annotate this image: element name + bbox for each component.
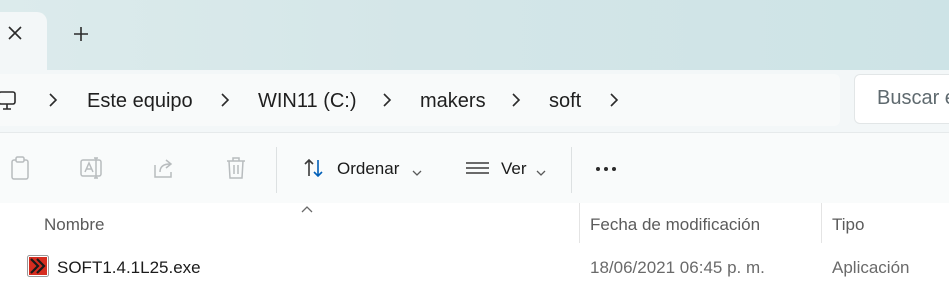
- column-resize-handle[interactable]: [821, 203, 822, 243]
- breadcrumb-item-makers[interactable]: makers: [420, 88, 486, 114]
- chevron-down-icon[interactable]: [536, 164, 546, 176]
- sort-up-icon: [300, 200, 314, 213]
- chevron-right-icon[interactable]: [509, 91, 523, 109]
- file-name[interactable]: SOFT1.4.1L25.exe: [57, 258, 201, 278]
- chevron-right-icon[interactable]: [380, 91, 394, 109]
- chevron-right-icon[interactable]: [218, 91, 232, 109]
- breadcrumb-item-win11[interactable]: WIN11 (C:): [258, 88, 357, 114]
- copy-icon[interactable]: [8, 155, 34, 181]
- breadcrumb-item-este-equipo[interactable]: Este equipo: [87, 88, 193, 114]
- column-header-row: Nombre Fecha de modificación Tipo: [0, 203, 949, 243]
- breadcrumb[interactable]: Este equipo WIN11 (C:) makers soft: [0, 74, 840, 126]
- sort-button[interactable]: Ordenar: [337, 159, 399, 179]
- chevron-right-icon[interactable]: [46, 91, 60, 109]
- rename-icon[interactable]: [79, 155, 105, 181]
- close-icon[interactable]: [4, 22, 26, 44]
- sort-icon[interactable]: [301, 155, 327, 181]
- plus-icon[interactable]: [70, 23, 92, 45]
- column-header-name[interactable]: Nombre: [44, 215, 104, 235]
- file-type: Aplicación: [832, 258, 910, 277]
- this-pc-icon[interactable]: [0, 88, 20, 114]
- column-resize-handle[interactable]: [579, 203, 580, 243]
- tab-bar: [0, 0, 949, 70]
- column-header-modified[interactable]: Fecha de modificación: [590, 215, 760, 235]
- more-icon[interactable]: [595, 155, 621, 181]
- view-button[interactable]: Ver: [501, 159, 527, 179]
- file-modified: 18/06/2021 06:45 p. m.: [590, 258, 765, 277]
- toolbar-separator: [276, 147, 277, 193]
- chevron-right-icon[interactable]: [607, 91, 621, 109]
- search-input[interactable]: Buscar e: [854, 74, 949, 124]
- address-bar: Este equipo WIN11 (C:) makers soft Busca…: [0, 70, 949, 132]
- search-placeholder: Buscar e: [877, 87, 949, 109]
- view-icon[interactable]: [465, 155, 491, 181]
- column-header-type[interactable]: Tipo: [832, 215, 864, 235]
- file-row[interactable]: SOFT1.4.1L25.exe 18/06/2021 06:45 p. m. …: [0, 245, 949, 289]
- command-bar: Ordenar Ver: [0, 132, 949, 204]
- breadcrumb-item-soft[interactable]: soft: [549, 88, 581, 114]
- chevron-down-icon[interactable]: [412, 164, 422, 176]
- share-icon[interactable]: [151, 155, 177, 181]
- toolbar-separator: [571, 147, 572, 193]
- trash-icon[interactable]: [223, 155, 249, 181]
- red-chevron-app-icon: [27, 255, 49, 277]
